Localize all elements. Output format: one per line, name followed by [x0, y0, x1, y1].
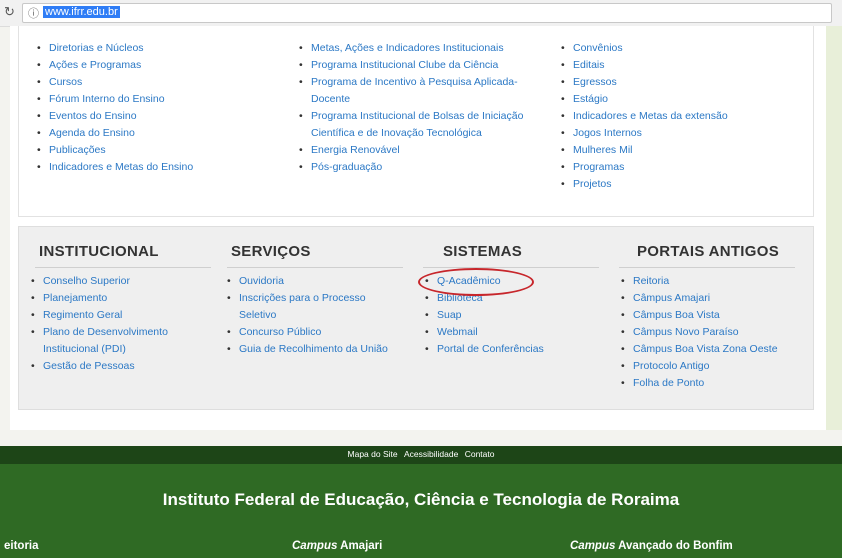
list-item[interactable]: Ouvidoria	[225, 273, 388, 290]
list-item[interactable]: Projetos	[559, 176, 728, 193]
list-item[interactable]: Biblioteca	[423, 290, 544, 307]
list-item[interactable]: Mulheres Mil	[559, 142, 728, 159]
url-field[interactable]: ⓘ www.ifrr.edu.br	[22, 3, 832, 23]
url-text[interactable]: www.ifrr.edu.br	[43, 6, 120, 18]
links-column-1: Diretorias e Núcleos Ações e Programas C…	[35, 40, 193, 176]
campus-name: Avançado do Bonfim	[618, 540, 733, 552]
institucional-list: Conselho Superior Planejamento Regimento…	[29, 273, 168, 375]
list-item[interactable]: Energia Renovável	[297, 142, 523, 159]
list-item[interactable]: Gestão de Pessoas	[29, 358, 168, 375]
list-item[interactable]: Editais	[559, 57, 728, 74]
list-item[interactable]: Jogos Internos	[559, 125, 728, 142]
list-item[interactable]: Câmpus Novo Paraíso	[619, 324, 778, 341]
list-item[interactable]: Eventos do Ensino	[35, 108, 193, 125]
list-item[interactable]: Inscrições para o Processo	[225, 290, 388, 307]
top-links-card: Diretorias e Núcleos Ações e Programas C…	[18, 26, 814, 217]
section-title-portais-antigos: PORTAIS ANTIGOS	[637, 243, 780, 260]
campus-name: eitoria	[4, 540, 39, 552]
section-divider	[619, 267, 795, 268]
list-item[interactable]: Convênios	[559, 40, 728, 57]
list-item[interactable]: Programa Institucional Clube da Ciência	[297, 57, 523, 74]
campus-amajari: Campus Amajari	[292, 540, 382, 552]
list-item[interactable]: Reitoria	[619, 273, 778, 290]
info-icon[interactable]: ⓘ	[28, 5, 39, 21]
systems-card: INSTITUCIONAL Conselho Superior Planejam…	[18, 226, 814, 410]
campus-prefix: Campus	[570, 540, 616, 552]
list-item[interactable]: Estágio	[559, 91, 728, 108]
right-edge-background	[826, 26, 842, 430]
links-column-2: Metas, Ações e Indicadores Institucionai…	[297, 40, 523, 176]
list-item[interactable]: Plano de Desenvolvimento	[29, 324, 168, 341]
portais-antigos-list: Reitoria Câmpus Amajari Câmpus Boa Vista…	[619, 273, 778, 392]
section-divider	[35, 267, 211, 268]
list-item[interactable]: Portal de Conferências	[423, 341, 544, 358]
list-item[interactable]: Indicadores e Metas do Ensino	[35, 159, 193, 176]
list-item-q-academico[interactable]: Q-Acadêmico	[423, 273, 544, 290]
list-item[interactable]: Programa Institucional de Bolsas de Inic…	[297, 108, 523, 125]
section-divider	[423, 267, 599, 268]
links-column-3: Convênios Editais Egressos Estágio Indic…	[559, 40, 728, 193]
list-item[interactable]: Diretorias e Núcleos	[35, 40, 193, 57]
campus-bonfim: Campus Avançado do Bonfim	[570, 540, 733, 552]
list-item[interactable]: Egressos	[559, 74, 728, 91]
list-item[interactable]: Publicações	[35, 142, 193, 159]
list-item[interactable]: Cursos	[35, 74, 193, 91]
list-item[interactable]: Agenda do Ensino	[35, 125, 193, 142]
list-item-continuation[interactable]: Institucional (PDI)	[29, 341, 168, 358]
section-title-servicos: SERVIÇOS	[231, 243, 311, 260]
reload-icon[interactable]: ↻	[4, 4, 15, 20]
list-item[interactable]: Metas, Ações e Indicadores Institucionai…	[297, 40, 523, 57]
list-item[interactable]: Ações e Programas	[35, 57, 193, 74]
list-item[interactable]: Fórum Interno do Ensino	[35, 91, 193, 108]
list-item[interactable]: Câmpus Boa Vista	[619, 307, 778, 324]
section-title-sistemas: SISTEMAS	[443, 243, 523, 260]
list-item[interactable]: Guia de Recolhimento da União	[225, 341, 388, 358]
browser-address-bar: ↻ ⓘ www.ifrr.edu.br	[0, 0, 842, 27]
list-item[interactable]: Câmpus Amajari	[619, 290, 778, 307]
footer-link-mapa-do-site[interactable]: Mapa do Site	[348, 449, 398, 459]
campus-name: Amajari	[340, 540, 383, 552]
campus-prefix: Campus	[292, 540, 338, 552]
list-item[interactable]: Webmail	[423, 324, 544, 341]
list-item[interactable]: Programa de Incentivo à Pesquisa Aplicad…	[297, 74, 523, 91]
page-content: Diretorias e Núcleos Ações e Programas C…	[10, 26, 826, 430]
list-item[interactable]: Folha de Ponto	[619, 375, 778, 392]
footer-nav-bar: Mapa do Site Acessibilidade Contato	[0, 446, 842, 464]
footer-links: Mapa do Site Acessibilidade Contato	[0, 449, 842, 459]
section-divider	[227, 267, 403, 268]
footer-link-contato[interactable]: Contato	[465, 449, 495, 459]
section-title-institucional: INSTITUCIONAL	[39, 243, 159, 260]
footer-link-acessibilidade[interactable]: Acessibilidade	[404, 449, 458, 459]
campus-reitoria: eitoria	[4, 540, 39, 552]
list-item[interactable]: Suap	[423, 307, 544, 324]
footer-main: Instituto Federal de Educação, Ciência e…	[0, 464, 842, 558]
sistemas-list: Q-Acadêmico Biblioteca Suap Webmail Port…	[423, 273, 544, 358]
list-item[interactable]: Conselho Superior	[29, 273, 168, 290]
list-item-continuation[interactable]: Científica e de Inovação Tecnológica	[297, 125, 523, 142]
institution-name: Instituto Federal de Educação, Ciência e…	[162, 490, 680, 509]
list-item-continuation[interactable]: Docente	[297, 91, 523, 108]
list-item[interactable]: Regimento Geral	[29, 307, 168, 324]
list-item[interactable]: Programas	[559, 159, 728, 176]
list-item[interactable]: Pós-graduação	[297, 159, 523, 176]
list-item[interactable]: Concurso Público	[225, 324, 388, 341]
list-item[interactable]: Indicadores e Metas da extensão	[559, 108, 728, 125]
list-item[interactable]: Protocolo Antigo	[619, 358, 778, 375]
list-item[interactable]: Câmpus Boa Vista Zona Oeste	[619, 341, 778, 358]
servicos-list: Ouvidoria Inscrições para o Processo Sel…	[225, 273, 388, 358]
list-item-continuation[interactable]: Seletivo	[225, 307, 388, 324]
list-item[interactable]: Planejamento	[29, 290, 168, 307]
